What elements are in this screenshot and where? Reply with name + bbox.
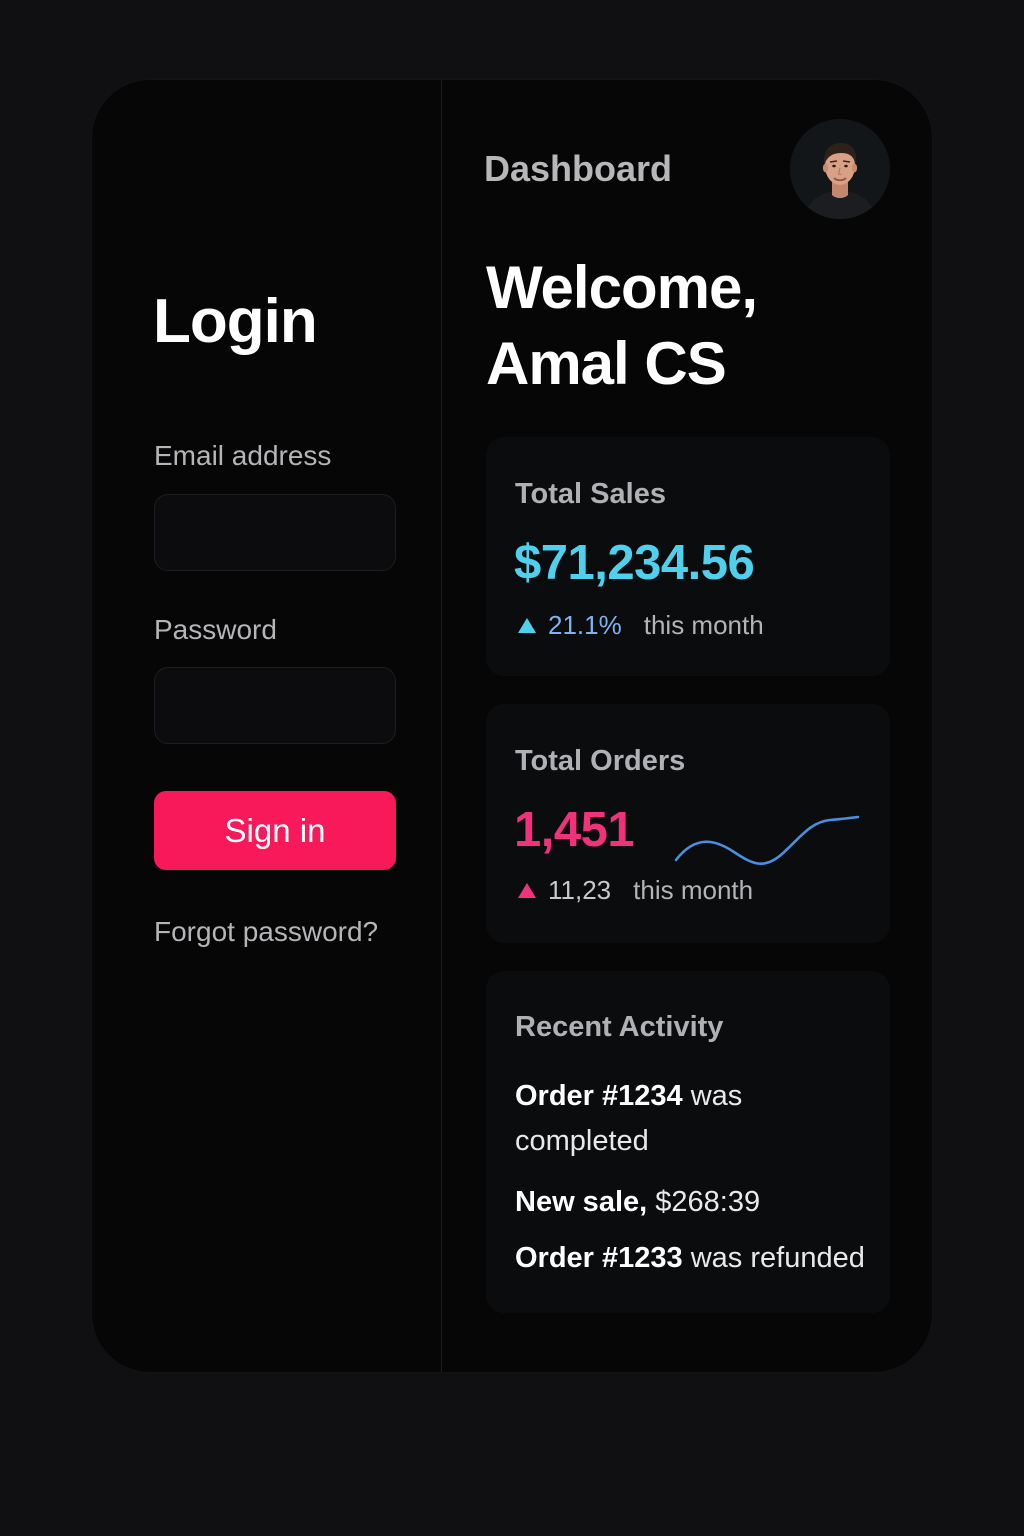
total-orders-card: Total Orders 1,451 11,23 this month (486, 704, 890, 943)
total-orders-trend: 11,23 this month (518, 875, 753, 906)
welcome-heading: Welcome, Amal CS (486, 250, 758, 402)
forgot-password-link[interactable]: Forgot password? (154, 916, 378, 948)
triangle-up-icon (518, 883, 536, 898)
email-label: Email address (154, 440, 332, 471)
avatar[interactable] (790, 119, 890, 219)
total-sales-title: Total Sales (515, 478, 666, 510)
total-sales-trend: 21.1% this month (518, 610, 764, 641)
total-sales-period: this month (643, 610, 764, 640)
user-avatar-icon (790, 119, 890, 219)
activity-item[interactable]: Order #1233 was refunded (515, 1236, 885, 1281)
password-field[interactable] (154, 667, 396, 744)
activity-item-subject: New sale, (515, 1186, 648, 1218)
total-orders-change: 11,23 (548, 875, 612, 905)
panel-divider (441, 80, 442, 1372)
triangle-up-icon (518, 618, 536, 633)
password-label: Password (154, 614, 277, 645)
activity-item[interactable]: Order #1234 was completed (515, 1074, 775, 1164)
app-frame: Login Email address Password Sign in For… (92, 80, 932, 1372)
total-sales-change: 21.1% (548, 610, 622, 640)
sign-in-button[interactable]: Sign in (154, 791, 396, 870)
total-orders-value: 1,451 (514, 803, 635, 857)
total-sales-card: Total Sales $71,234.56 21.1% this month (486, 437, 890, 676)
total-orders-title: Total Orders (515, 745, 686, 777)
welcome-greeting: Welcome, (486, 254, 758, 321)
login-title: Login (153, 287, 318, 356)
email-field[interactable] (154, 494, 396, 571)
recent-activity-title: Recent Activity (515, 1011, 724, 1043)
activity-item[interactable]: New sale, $268:39 (515, 1180, 885, 1225)
activity-item-subject: Order #1234 (515, 1080, 683, 1112)
orders-sparkline (674, 815, 860, 865)
activity-item-detail: was refunded (682, 1242, 865, 1274)
activity-item-subject: Order #1233 (515, 1242, 683, 1274)
activity-item-detail: $268:39 (647, 1186, 761, 1218)
total-sales-value: $71,234.56 (514, 536, 755, 590)
total-orders-period: this month (633, 875, 754, 905)
dashboard-title: Dashboard (484, 148, 673, 189)
recent-activity-card: Recent Activity Order #1234 was complete… (486, 971, 890, 1313)
welcome-user-name: Amal CS (486, 330, 727, 397)
